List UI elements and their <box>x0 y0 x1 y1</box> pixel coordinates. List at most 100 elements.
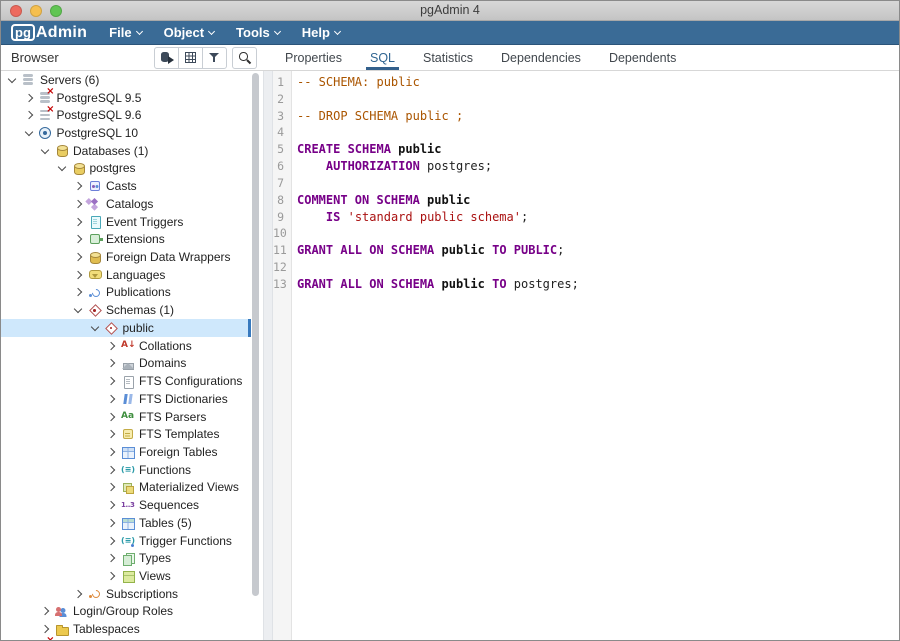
collapse-icon[interactable] <box>90 323 98 331</box>
expand-icon[interactable] <box>107 395 115 403</box>
expand-icon[interactable] <box>107 501 115 509</box>
token-plain <box>485 277 492 291</box>
collapse-icon[interactable] <box>8 75 16 83</box>
expand-icon[interactable] <box>107 572 115 580</box>
expand-icon[interactable] <box>74 217 82 225</box>
expand-icon[interactable] <box>107 448 115 456</box>
expand-icon[interactable] <box>41 607 49 615</box>
expand-icon[interactable] <box>24 93 32 101</box>
tree-item-fts-parsers[interactable]: FTS Parsers <box>1 408 251 426</box>
expand-icon[interactable] <box>107 465 115 473</box>
expand-icon[interactable] <box>107 536 115 544</box>
tree-item-extensions[interactable]: Extensions <box>1 230 251 248</box>
grid-view-button[interactable] <box>178 47 203 69</box>
collapse-icon[interactable] <box>74 305 82 313</box>
expand-icon[interactable] <box>107 341 115 349</box>
tree-item-postgres[interactable]: postgres <box>1 160 251 178</box>
expand-icon[interactable] <box>74 271 82 279</box>
tree-item-subscriptions[interactable]: Subscriptions <box>1 585 251 603</box>
tree-item-domains[interactable]: Domains <box>1 355 251 373</box>
zoom-button[interactable] <box>50 5 62 17</box>
expand-icon[interactable] <box>74 288 82 296</box>
menu-help[interactable]: Help <box>302 25 340 40</box>
code-line: 2 <box>273 91 899 108</box>
tree-item-casts[interactable]: Casts <box>1 177 251 195</box>
chevron-down-icon <box>274 27 281 34</box>
expand-icon[interactable] <box>107 519 115 527</box>
tree-scrollbar-thumb[interactable] <box>252 73 259 596</box>
menu-object[interactable]: Object <box>164 25 214 40</box>
tab-dependencies[interactable]: Dependencies <box>487 45 595 70</box>
expand-icon[interactable] <box>107 430 115 438</box>
code-line: 7 <box>273 175 899 192</box>
tree-item-schemas-1[interactable]: Schemas (1) <box>1 301 251 319</box>
expand-icon[interactable] <box>24 111 32 119</box>
code-line: 5CREATE SCHEMA public <box>273 141 899 158</box>
expand-icon[interactable] <box>107 412 115 420</box>
menu-label: Help <box>302 25 330 40</box>
tree-item-functions[interactable]: Functions <box>1 461 251 479</box>
expand-icon[interactable] <box>107 554 115 562</box>
tab-statistics[interactable]: Statistics <box>409 45 487 70</box>
tree-item-postgresql-10[interactable]: PostgreSQL 10 <box>1 124 251 142</box>
expand-icon[interactable] <box>74 235 82 243</box>
expand-icon[interactable] <box>107 377 115 385</box>
tree-item-label: Schemas (1) <box>106 303 174 317</box>
expand-icon[interactable] <box>41 625 49 633</box>
tree-item-foreign-data-wrappers[interactable]: Foreign Data Wrappers <box>1 248 251 266</box>
tree-item-label: Materialized Views <box>139 480 239 494</box>
menu-tools[interactable]: Tools <box>236 25 280 40</box>
collapse-icon[interactable] <box>57 163 65 171</box>
panel-splitter[interactable] <box>263 71 273 641</box>
token-ident: public <box>442 243 485 257</box>
tree-item-postgresql-9-6[interactable]: PostgreSQL 9.6 <box>1 106 251 124</box>
tree-item-public[interactable]: public <box>1 319 251 337</box>
tree-item-login-group-roles[interactable]: Login/Group Roles <box>1 603 251 621</box>
expand-icon[interactable] <box>107 483 115 491</box>
tree-item-databases-1[interactable]: Databases (1) <box>1 142 251 160</box>
tree-item-languages[interactable]: Languages <box>1 266 251 284</box>
expand-icon[interactable] <box>74 253 82 261</box>
tree-item-label: FTS Parsers <box>139 410 206 424</box>
tree-item-foreign-tables[interactable]: Foreign Tables <box>1 443 251 461</box>
tab-properties[interactable]: Properties <box>271 45 356 70</box>
tree-item-label: Catalogs <box>106 197 153 211</box>
tree-item-fts-templates[interactable]: FTS Templates <box>1 425 251 443</box>
filter-button[interactable] <box>202 47 227 69</box>
tab-sql[interactable]: SQL <box>356 45 409 70</box>
tree-item-event-triggers[interactable]: Event Triggers <box>1 213 251 231</box>
expand-icon[interactable] <box>74 589 82 597</box>
expand-icon[interactable] <box>74 182 82 190</box>
collapse-icon[interactable] <box>41 145 49 153</box>
tree-scrollbar[interactable] <box>251 71 261 641</box>
tree-item-catalogs[interactable]: Catalogs <box>1 195 251 213</box>
tree-item-trigger-functions[interactable]: Trigger Functions <box>1 532 251 550</box>
menu-file[interactable]: File <box>109 25 141 40</box>
tree-item-views[interactable]: Views <box>1 567 251 585</box>
close-button[interactable] <box>10 5 22 17</box>
expand-icon[interactable] <box>107 359 115 367</box>
tree-item-tablespaces[interactable]: Tablespaces <box>1 620 251 638</box>
main-area: Servers (6)PostgreSQL 9.5PostgreSQL 9.6P… <box>1 71 899 641</box>
search-button[interactable] <box>232 47 257 69</box>
tree-item-types[interactable]: Types <box>1 549 251 567</box>
minimize-button[interactable] <box>30 5 42 17</box>
tree-item-fts-configurations[interactable]: FTS Configurations <box>1 372 251 390</box>
tab-dependents[interactable]: Dependents <box>595 45 690 70</box>
tree-item-tables-5[interactable]: Tables (5) <box>1 514 251 532</box>
tree-item-publications[interactable]: Publications <box>1 284 251 302</box>
tree-item-postgresql-9-5[interactable]: PostgreSQL 9.5 <box>1 89 251 107</box>
collapse-icon[interactable] <box>24 128 32 136</box>
srv-icon <box>22 73 35 86</box>
tree-item-collations[interactable]: Collations <box>1 337 251 355</box>
menu-label: File <box>109 25 131 40</box>
tree-item-sequences[interactable]: Sequences <box>1 496 251 514</box>
token-plain: ; <box>521 210 528 224</box>
tree-item-servers-6[interactable]: Servers (6) <box>1 71 251 89</box>
acitree-database-button[interactable] <box>154 47 179 69</box>
sql-editor[interactable]: 1-- SCHEMA: public23-- DROP SCHEMA publi… <box>273 71 899 641</box>
expand-icon[interactable] <box>74 200 82 208</box>
tree-item-fts-dictionaries[interactable]: FTS Dictionaries <box>1 390 251 408</box>
token-comment: -- SCHEMA: public <box>297 75 420 89</box>
tree-item-materialized-views[interactable]: Materialized Views <box>1 479 251 497</box>
